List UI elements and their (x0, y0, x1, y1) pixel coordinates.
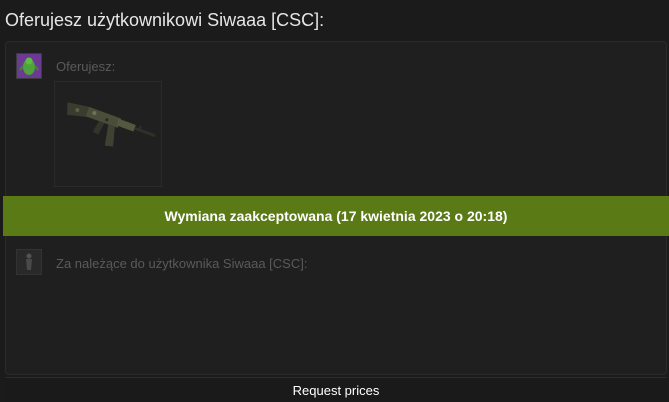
request-prices-label: Request prices (292, 382, 380, 398)
my-avatar[interactable] (16, 53, 42, 79)
my-side-label: Oferujesz: (56, 59, 116, 74)
status-text: Wymiana zaakceptowana (17 kwietnia 2023 … (164, 208, 508, 224)
grey-figure-avatar-icon (17, 250, 41, 274)
trade-accepted-banner: Wymiana zaakceptowana (17 kwietnia 2023 … (3, 196, 669, 236)
request-prices-button[interactable]: Request prices (5, 377, 667, 402)
trade-title: Oferujesz użytkownikowi Siwaaa [CSC]: (5, 10, 325, 30)
their-side-label: Za należące do użytkownika Siwaaa [CSC]: (56, 256, 308, 271)
their-avatar[interactable] (16, 249, 42, 275)
ak47-rifle-icon (67, 102, 156, 147)
green-character-avatar-icon (17, 54, 41, 78)
trade-item-slot[interactable] (54, 81, 162, 187)
